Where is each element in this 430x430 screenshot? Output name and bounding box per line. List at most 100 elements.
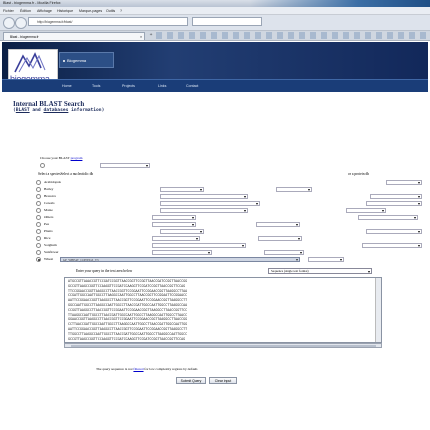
chevron-down-icon: ▾ [381, 208, 384, 213]
clear-input-button[interactable]: Clear input [209, 377, 237, 384]
note-text-1: The query sequence is not [96, 367, 134, 371]
nucleotide-db-select[interactable]: ▾ [160, 194, 248, 199]
nucleotide-db-select[interactable]: ▾ [152, 215, 196, 220]
search-input[interactable] [192, 17, 262, 26]
nucleotide-db-select[interactable]: ▾ [160, 201, 260, 206]
species-label: Arabidopsis [44, 180, 61, 184]
menu-bookmarks[interactable]: Marque-pages [79, 9, 102, 13]
nucleotide-db-select[interactable]: ▾ [152, 222, 196, 227]
species-radio[interactable] [36, 208, 41, 213]
chevron-down-icon: ▾ [199, 229, 202, 234]
protein-db-select[interactable]: ▾ [366, 229, 422, 234]
sequence-line: GCCGTTAAGCCGGTTCCAAGGTTCCGATCCAAGGTTCCGA… [68, 336, 186, 341]
menu-help[interactable]: ? [120, 9, 122, 13]
chevron-down-icon: ▾ [199, 187, 202, 192]
nav-links[interactable]: Links [158, 84, 166, 88]
species-radio[interactable] [36, 201, 41, 206]
brand-tab[interactable]: Biogemma [59, 52, 114, 68]
page-subtitle: (BLAST and databases information) [13, 108, 104, 113]
nav-contact[interactable]: Contact [186, 84, 198, 88]
protein-db-select[interactable]: ▾ [264, 250, 304, 255]
sequence-line: TTAAGGCCAATTGGCCTTAACCGATTGGCCAATTGGCCTT… [68, 312, 188, 317]
protein-db-select[interactable]: ▾ [366, 201, 422, 206]
menu-history[interactable]: Historique [57, 9, 73, 13]
chevron-down-icon: ▾ [417, 194, 420, 199]
sequence-line: ATGCCGTTAAACCGTTCCGATCCGGTTAACCGGTTCCGGT… [68, 279, 188, 283]
nucleotide-db-select[interactable]: ▾ [160, 208, 248, 213]
protein-db-select[interactable]: ▾ [346, 208, 386, 213]
species-label: Wheat [44, 257, 54, 261]
menu-file[interactable]: Fichier [3, 9, 14, 13]
sequence-line: AATTCCGGAACCGGTTAAGGCCTTAACCGGTTCCGGAATT… [68, 298, 188, 303]
databases-link[interactable]: databases [43, 108, 68, 113]
nucleotide-db-select[interactable]: ▾ [152, 250, 212, 255]
url-bar[interactable]: http://biogemma.fr/blast/ [28, 17, 188, 26]
species-radio[interactable] [36, 236, 41, 241]
query-sequence-textarea[interactable]: ATGCCGTTAAACCGTTCCGATCCGGTTAACCGGTTCCGGT… [64, 277, 382, 343]
species-label: Plants [44, 229, 53, 233]
species-radio[interactable] [36, 194, 41, 199]
nucleotide-db-select-wheat[interactable]: GP_WHEAT_CONTIGS_V3 ▾ [60, 257, 300, 262]
program-select[interactable]: ▾ [100, 163, 150, 168]
menu-edit[interactable]: Édition [20, 9, 31, 13]
navigation-toolbar: http://biogemma.fr/blast/ [0, 15, 430, 31]
tab-blast[interactable]: Blast - biogemma.fr × [3, 32, 145, 40]
sequence-line: GGAACCGGTTAAGGCCTTAACCGGTTCCGGAATTCCGGAA… [68, 317, 188, 322]
protein-db-select[interactable]: ▾ [386, 180, 422, 185]
species-label: Sorghum [44, 243, 57, 247]
protein-db-select[interactable]: ▾ [256, 222, 300, 227]
menu-view[interactable]: Affichage [37, 9, 52, 13]
protein-db-select[interactable]: ▾ [362, 243, 422, 248]
species-row-barley: Barley ▾ ▾ [36, 186, 422, 193]
vertical-scrollbar[interactable] [375, 278, 381, 342]
species-row-rice: Rice ▾ ▾ [36, 235, 422, 242]
nav-tools[interactable]: Tools [92, 84, 100, 88]
blast-link[interactable]: BLAST [16, 108, 30, 113]
species-radio[interactable] [36, 229, 41, 234]
scrollbar-thumb[interactable] [71, 345, 376, 347]
menu-tools[interactable]: Outils [106, 9, 115, 13]
protein-db-select[interactable]: ▾ [370, 194, 422, 199]
nucleotide-db-select[interactable]: ▾ [152, 236, 200, 241]
nucleotide-db-select[interactable]: ▾ [152, 243, 246, 248]
program-radio-1[interactable] [40, 163, 45, 168]
protein-db-select[interactable]: ▾ [276, 187, 312, 192]
wheat-db-value: GP_WHEAT_CONTIGS_V3 [63, 258, 99, 262]
species-radio[interactable] [36, 257, 41, 262]
nucleotide-db-select[interactable]: ▾ [160, 229, 204, 234]
protein-db-select[interactable]: ▾ [308, 257, 344, 262]
protein-db-header: or a protein db [348, 172, 370, 176]
banner-nav: Home Tools Projects Links Contact [2, 79, 428, 92]
species-radio[interactable] [36, 243, 41, 248]
species-radio[interactable] [36, 180, 41, 185]
species-radio[interactable] [36, 215, 41, 220]
species-radio[interactable] [36, 222, 41, 227]
filtered-link[interactable]: filtered [133, 367, 143, 371]
tab-label: Blast - biogemma.fr [10, 35, 39, 39]
protein-db-select[interactable]: ▾ [358, 215, 418, 220]
species-radio[interactable] [36, 250, 41, 255]
brand-tab-label: Biogemma [67, 58, 87, 63]
chevron-down-icon: ▾ [295, 222, 298, 227]
new-tab-plus-icon[interactable]: + [148, 33, 154, 39]
chevron-down-icon: ▾ [195, 236, 198, 241]
close-icon[interactable]: × [140, 33, 142, 41]
chevron-down-icon: ▾ [255, 201, 258, 206]
chevron-down-icon: ▾ [207, 250, 210, 255]
species-radio[interactable] [36, 187, 41, 192]
species-row-arabidopsis: Arabidopsis ▾ [36, 179, 422, 186]
chevron-down-icon: ▾ [191, 215, 194, 220]
nav-projects[interactable]: Projects [122, 84, 135, 88]
program-link[interactable]: program [71, 156, 83, 160]
species-label: Brassica [44, 194, 56, 198]
chevron-down-icon: ▾ [417, 180, 420, 185]
species-row-sunflower: Sunflower ▾ ▾ [36, 249, 422, 256]
nucleotide-db-select[interactable]: ▾ [160, 187, 204, 192]
nav-home[interactable]: Home [62, 84, 72, 88]
protein-db-select[interactable]: ▾ [258, 236, 302, 241]
forward-button[interactable] [15, 17, 27, 29]
back-button[interactable] [3, 17, 15, 29]
submit-query-button[interactable]: Submit Query [176, 377, 206, 384]
sequence-format-select[interactable]: Sequence (single text format) ▾ [268, 268, 372, 274]
horizontal-scrollbar[interactable] [64, 343, 382, 348]
